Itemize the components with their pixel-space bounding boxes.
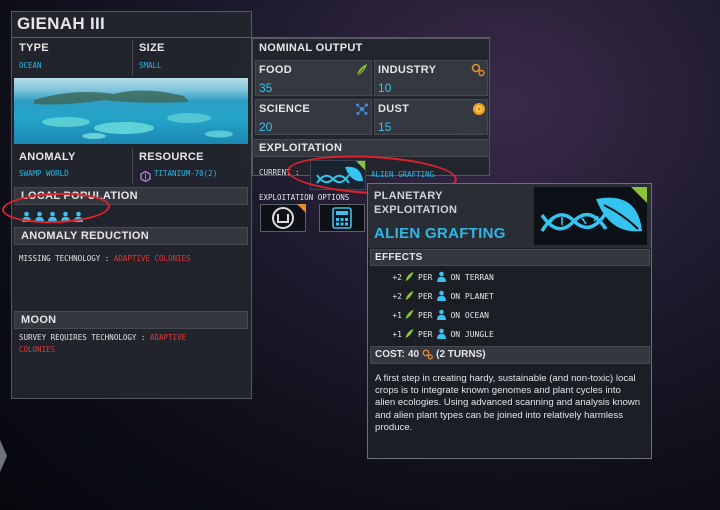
industry-label: INDUSTRY xyxy=(378,64,437,76)
anomaly-label: ANOMALY xyxy=(19,151,76,163)
industry-icon xyxy=(471,62,485,81)
option-2-button[interactable] xyxy=(319,204,365,232)
left-scroll-arrow-icon[interactable] xyxy=(0,440,7,472)
population-person-icon xyxy=(436,290,447,303)
effect-per: PER xyxy=(418,311,433,320)
effect-per: PER xyxy=(418,273,433,282)
effects-title: EFFECTS xyxy=(375,252,423,263)
effect-per: PER xyxy=(418,292,433,301)
cost-row: COST: 40 (2 TURNS) xyxy=(375,349,486,360)
option-1-icon xyxy=(272,207,294,229)
cost-turns: (2 TURNS) xyxy=(436,349,486,360)
tooltip-icon xyxy=(534,187,647,245)
options-label: EXPLOITATION OPTIONS xyxy=(259,193,350,202)
effect-amount: +2 xyxy=(392,292,402,301)
science-value: 20 xyxy=(259,120,273,134)
industry-cost-icon xyxy=(422,349,433,360)
option-1-button[interactable] xyxy=(260,204,306,232)
planet-image xyxy=(14,78,248,144)
effect-target: ON JUNGLE xyxy=(450,330,494,339)
ocean-landscape-illustration xyxy=(34,90,233,139)
effect-target: ON PLANET xyxy=(450,292,494,301)
nominal-output-title: NOMINAL OUTPUT xyxy=(259,42,363,54)
size-label: SIZE xyxy=(139,42,165,54)
planet-name: GIENAH III xyxy=(17,14,106,33)
effect-row: +2 PER ON TERRAN xyxy=(380,268,640,287)
survey-value-2[interactable]: COLONIES xyxy=(19,345,55,354)
missing-tech-value[interactable]: ADAPTIVE COLONIES xyxy=(114,254,191,263)
type-value: OCEAN xyxy=(19,61,42,70)
titanium-icon xyxy=(140,167,151,183)
food-label: FOOD xyxy=(259,64,292,76)
food-icon xyxy=(404,328,415,341)
moon-label: MOON xyxy=(21,314,57,326)
population-person-icon xyxy=(436,271,447,284)
dust-label: DUST xyxy=(378,103,410,115)
population-person-icon xyxy=(436,328,447,341)
effect-row: +2 PER ON PLANET xyxy=(380,287,640,306)
missing-tech-label: MISSING TECHNOLOGY : xyxy=(19,254,110,263)
industry-value: 10 xyxy=(378,81,392,95)
type-size-divider xyxy=(132,40,133,76)
tooltip-category-2: EXPLOITATION xyxy=(374,204,458,216)
food-icon xyxy=(404,290,415,303)
type-label: TYPE xyxy=(19,42,49,54)
food-icon xyxy=(355,62,369,81)
food-icon xyxy=(404,271,415,284)
tooltip-description: A first step in creating hardy, sustaina… xyxy=(375,373,641,433)
dust-icon xyxy=(472,101,486,120)
tooltip-name: ALIEN GRAFTING xyxy=(374,225,506,242)
cost-label: COST: xyxy=(375,349,405,360)
anomaly-resource-divider xyxy=(132,148,133,184)
anomaly-reduction-label: ANOMALY REDUCTION xyxy=(21,230,149,242)
food-icon xyxy=(404,309,415,322)
dust-value: 15 xyxy=(378,120,392,134)
survey-row: SURVEY REQUIRES TECHNOLOGY : ADAPTIVE xyxy=(19,333,186,342)
cost-value: 40 xyxy=(408,349,420,360)
effect-row: +1 PER ON JUNGLE xyxy=(380,325,640,344)
effect-amount: +2 xyxy=(392,273,402,282)
exploitation-title: EXPLOITATION xyxy=(259,142,343,154)
tooltip-category-1: PLANETARY xyxy=(374,190,443,202)
size-value: SMALL xyxy=(139,61,162,70)
effect-row: +1 PER ON OCEAN xyxy=(380,306,640,325)
anomaly-value: SWAMP WORLD xyxy=(19,169,69,178)
effects-list: +2 PER ON TERRAN +2 PER ON PLANET +1 PER ON OCEA… xyxy=(380,268,640,344)
missing-tech-row: MISSING TECHNOLOGY : ADAPTIVE COLONIES xyxy=(19,254,191,263)
science-icon xyxy=(355,101,369,120)
resource-label: RESOURCE xyxy=(139,151,204,163)
survey-label: SURVEY REQUIRES TECHNOLOGY : xyxy=(19,333,146,342)
effect-target: ON TERRAN xyxy=(450,273,494,282)
calculator-icon xyxy=(332,207,352,229)
effect-target: ON OCEAN xyxy=(450,311,489,320)
population-person-icon xyxy=(436,309,447,322)
effect-amount: +1 xyxy=(392,311,402,320)
resource-value: TITANIUM-70(2) xyxy=(154,169,218,178)
science-label: SCIENCE xyxy=(259,103,310,115)
food-value: 35 xyxy=(259,81,273,95)
survey-value-1[interactable]: ADAPTIVE xyxy=(150,333,186,342)
effect-amount: +1 xyxy=(392,330,402,339)
effect-per: PER xyxy=(418,330,433,339)
